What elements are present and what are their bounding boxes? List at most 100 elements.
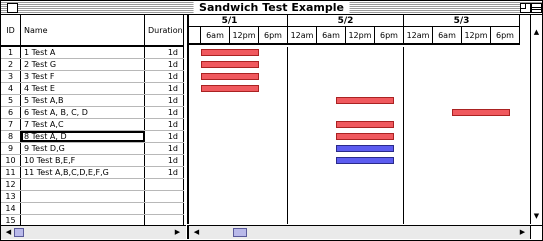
cell-name[interactable]: 2 Test G: [21, 59, 145, 70]
table-row[interactable]: 88 Test A, D 1d: [1, 131, 184, 143]
collapse-box-icon[interactable]: [531, 3, 542, 13]
cell-id[interactable]: 13: [1, 191, 21, 202]
cell-duration[interactable]: 1d: [145, 71, 184, 82]
gantt-bar[interactable]: [201, 61, 259, 68]
cell-name[interactable]: 8 Test A, D: [21, 131, 145, 142]
cell-duration[interactable]: 1d: [145, 143, 184, 154]
cell-id[interactable]: 7: [1, 119, 21, 130]
table-row[interactable]: 11 Test A 1d: [1, 47, 184, 59]
hour-header: 6am: [317, 27, 346, 45]
day-header: 5/2: [288, 15, 404, 27]
gantt-bar[interactable]: [336, 157, 395, 164]
cell-name[interactable]: [21, 191, 145, 202]
title-bar[interactable]: Sandwich Test Example: [1, 1, 542, 15]
gantt-bar[interactable]: [336, 121, 395, 128]
table-row[interactable]: 12: [1, 179, 184, 191]
day-header: 5/1: [189, 15, 288, 27]
hour-header: 6pm: [375, 27, 404, 45]
cell-duration[interactable]: [145, 203, 184, 214]
cell-id[interactable]: 14: [1, 203, 21, 214]
gantt-bar[interactable]: [336, 97, 395, 104]
column-header-duration[interactable]: Duration: [145, 15, 184, 47]
gantt-scroll-right-icon[interactable]: ▶: [517, 227, 528, 238]
cell-id[interactable]: 8: [1, 131, 21, 142]
table-row[interactable]: 33 Test F 1d: [1, 71, 184, 83]
cell-duration[interactable]: 1d: [145, 95, 184, 106]
cell-duration[interactable]: [145, 179, 184, 190]
cell-duration[interactable]: [145, 191, 184, 202]
cell-name[interactable]: 4 Test E: [21, 83, 145, 94]
table-row[interactable]: 66 Test A, B, C, D 1d: [1, 107, 184, 119]
table-row[interactable]: 77 Test A,C 1d: [1, 119, 184, 131]
table-row[interactable]: 44 Test E 1d: [1, 83, 184, 95]
hour-header: 12pm: [230, 27, 259, 45]
table-row[interactable]: 10 10 Test B,E,F 1d: [1, 155, 184, 167]
hour-header: 6pm: [491, 27, 520, 45]
cell-name[interactable]: [21, 203, 145, 214]
cell-name[interactable]: 1 Test A: [21, 47, 145, 58]
gantt-scroll-left-icon[interactable]: ◀: [191, 227, 202, 238]
task-table: ID Name Duration 11 Test A 1d 2 2 Test G 1d 3…: [1, 15, 184, 227]
cell-duration[interactable]: 1d: [145, 167, 184, 178]
cell-name[interactable]: 5 Test A,B: [21, 95, 145, 106]
table-scroll-thumb[interactable]: [14, 228, 24, 237]
scroll-up-icon[interactable]: ▲: [531, 27, 542, 38]
grow-box-icon[interactable]: [530, 225, 542, 239]
cell-name[interactable]: 3 Test F: [21, 71, 145, 82]
hour-header: 12am: [288, 27, 317, 45]
cell-name[interactable]: 9 Test D,G: [21, 143, 145, 154]
cell-id[interactable]: 4: [1, 83, 21, 94]
cell-duration[interactable]: 1d: [145, 131, 184, 142]
gantt-bar[interactable]: [201, 49, 259, 56]
cell-id[interactable]: 5: [1, 95, 21, 106]
cell-name[interactable]: [21, 179, 145, 190]
cell-name[interactable]: 10 Test B,E,F: [21, 155, 145, 166]
table-row[interactable]: 55 Test A,B 1d: [1, 95, 184, 107]
cell-id[interactable]: 9: [1, 143, 21, 154]
cell-duration[interactable]: 1d: [145, 47, 184, 58]
table-row[interactable]: 99 Test D,G 1d: [1, 143, 184, 155]
cell-id[interactable]: 12: [1, 179, 21, 190]
cell-name[interactable]: 7 Test A,C: [21, 119, 145, 130]
cell-duration[interactable]: 1d: [145, 83, 184, 94]
day-divider: [287, 47, 288, 224]
cell-duration[interactable]: 1d: [145, 59, 184, 70]
gantt-chart: 5/1 5/2 5/3 6am 12pm 6pm 12am 6am 12pm 6pm 12am 6am…: [187, 15, 532, 224]
scroll-right-icon[interactable]: ▶: [172, 227, 183, 238]
gantt-horizontal-scrollbar[interactable]: ◀ ▶: [187, 225, 530, 239]
cell-name[interactable]: 11 Test A,B,C,D,E,F,G: [21, 167, 145, 178]
hour-header: 12pm: [462, 27, 491, 45]
table-row[interactable]: 11 11 Test A,B,C,D,E,F,G 1d: [1, 167, 184, 179]
scroll-down-icon[interactable]: ▼: [531, 211, 542, 222]
zoom-box-icon[interactable]: [520, 3, 531, 13]
column-header-name[interactable]: Name: [21, 15, 145, 47]
cell-id[interactable]: 3: [1, 71, 21, 82]
cell-id[interactable]: 1: [1, 47, 21, 58]
gantt-bar[interactable]: [336, 145, 395, 152]
cell-duration[interactable]: 1d: [145, 119, 184, 130]
cell-duration[interactable]: 1d: [145, 155, 184, 166]
gantt-bar[interactable]: [201, 73, 259, 80]
hour-header: 12pm: [346, 27, 375, 45]
cell-name[interactable]: 6 Test A, B, C, D: [21, 107, 145, 118]
cell-id[interactable]: 6: [1, 107, 21, 118]
column-header-id[interactable]: ID: [1, 15, 21, 47]
cell-id[interactable]: 10: [1, 155, 21, 166]
table-row[interactable]: 13: [1, 191, 184, 203]
hour-header-cut: [189, 27, 201, 45]
gantt-bar[interactable]: [452, 109, 511, 116]
table-row[interactable]: 22 Test G 1d: [1, 59, 184, 71]
gantt-bar[interactable]: [201, 85, 259, 92]
cell-id[interactable]: 2: [1, 59, 21, 70]
close-box-icon[interactable]: [7, 3, 18, 13]
day-header: 5/3: [404, 15, 520, 27]
scroll-left-icon[interactable]: ◀: [3, 227, 14, 238]
vertical-scrollbar[interactable]: ▲ ▼: [530, 15, 542, 224]
gantt-scroll-thumb[interactable]: [233, 228, 247, 237]
cell-id[interactable]: 11: [1, 167, 21, 178]
cell-duration[interactable]: 1d: [145, 107, 184, 118]
table-horizontal-scrollbar[interactable]: ◀ ▶: [1, 225, 186, 239]
hour-header: 6am: [201, 27, 230, 45]
table-row[interactable]: 14: [1, 203, 184, 215]
gantt-bar[interactable]: [336, 133, 395, 140]
